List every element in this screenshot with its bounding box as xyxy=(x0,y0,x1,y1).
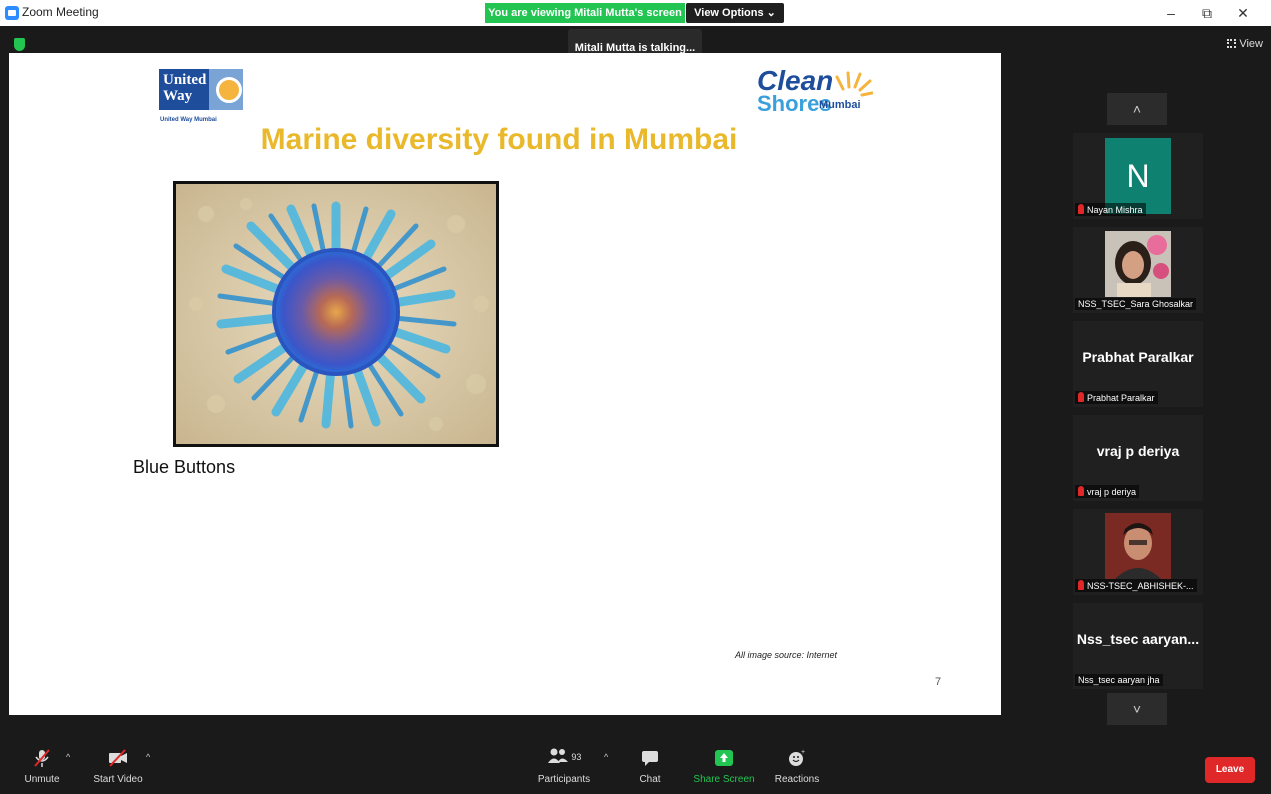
chat-icon xyxy=(642,751,658,766)
share-screen-icon xyxy=(715,750,733,766)
participants-caret[interactable]: ^ xyxy=(604,752,608,762)
chat-label: Chat xyxy=(639,774,661,785)
scroll-down-button[interactable]: ˅ xyxy=(1107,693,1167,725)
participant-tile[interactable]: NSS-TSEC_ABHISHEK-... xyxy=(1073,509,1203,595)
muted-mic-icon xyxy=(1078,580,1084,590)
people-icon xyxy=(547,748,568,763)
viewing-banner: You are viewing Mitali Mutta's screen xyxy=(485,3,685,23)
view-label: View xyxy=(1239,38,1263,50)
zoom-app-icon xyxy=(5,6,19,20)
video-options-caret[interactable]: ^ xyxy=(146,752,150,762)
participants-icon-group: 93 xyxy=(532,748,596,768)
view-options-button[interactable]: View Options ⌄ xyxy=(686,3,784,23)
start-video-label: Start Video xyxy=(93,774,143,785)
photo-caption: Blue Buttons xyxy=(133,457,236,477)
participant-display-name: Nss_tsec aaryan... xyxy=(1076,631,1200,647)
window-title: Zoom Meeting xyxy=(22,5,99,19)
title-bar: Zoom Meeting You are viewing Mitali Mutt… xyxy=(0,0,1271,26)
reactions-button[interactable]: + Reactions xyxy=(768,748,826,785)
participant-name: NSS_TSEC_Sara Ghosalkar xyxy=(1075,298,1197,310)
blue-button-image xyxy=(176,184,496,444)
united-way-logo: United Way xyxy=(159,69,243,113)
participant-display-name: Prabhat Paralkar xyxy=(1082,349,1194,365)
participant-tile[interactable]: N Nayan Mishra xyxy=(1073,133,1203,219)
unmute-button[interactable]: Unmute xyxy=(14,748,70,785)
participant-name: NSS-TSEC_ABHISHEK-... xyxy=(1075,579,1197,592)
clean-shores-mumbai: Mumbai xyxy=(819,99,861,111)
participant-name: vraj p deriya xyxy=(1075,485,1140,498)
participant-name-text: Nayan Mishra xyxy=(1087,205,1143,215)
muted-mic-icon xyxy=(1078,392,1084,402)
slide-page-number: 7 xyxy=(935,676,942,688)
participant-tile[interactable]: Prabhat Paralkar Prabhat Paralkar xyxy=(1073,321,1203,407)
share-screen-button[interactable]: Share Screen xyxy=(690,748,758,785)
participant-display-name: vraj p deriya xyxy=(1096,443,1180,459)
participant-photo xyxy=(1105,231,1171,297)
clean-shores-logo: Clean Shores Mumbai xyxy=(757,65,877,125)
start-video-button[interactable]: Start Video xyxy=(88,748,148,785)
participant-name-text: Nss_tsec aaryan jha xyxy=(1078,675,1160,685)
close-button[interactable]: ✕ xyxy=(1229,3,1257,23)
participant-name: Nss_tsec aaryan jha xyxy=(1075,674,1163,686)
participant-name: Prabhat Paralkar xyxy=(1075,391,1158,404)
participants-panel: ˄ N Nayan Mishra NSS_TSEC_Sara Ghosalkar… xyxy=(1073,93,1205,727)
zoom-window: Zoom Meeting You are viewing Mitali Mutt… xyxy=(0,0,1271,794)
view-layout-button[interactable]: View xyxy=(1227,38,1263,50)
muted-mic-icon xyxy=(34,749,50,767)
united-way-logo-text: United Way xyxy=(159,69,209,110)
muted-mic-icon xyxy=(1078,204,1084,214)
participant-tile[interactable]: NSS_TSEC_Sara Ghosalkar xyxy=(1073,227,1203,313)
minimize-button[interactable]: – xyxy=(1157,3,1185,23)
video-off-icon xyxy=(109,749,127,767)
reactions-label: Reactions xyxy=(774,774,820,785)
shared-screen-slide: United Way United Way Mumbai Clean Shore… xyxy=(9,53,1001,715)
participant-photo xyxy=(1105,513,1171,579)
unmute-label: Unmute xyxy=(24,774,60,785)
participant-name-text: NSS-TSEC_ABHISHEK-... xyxy=(1087,581,1194,591)
muted-mic-icon xyxy=(1078,486,1084,496)
blue-button-photo xyxy=(173,181,499,447)
participant-tile[interactable]: vraj p deriya vraj p deriya xyxy=(1073,415,1203,501)
participant-tile[interactable]: Nss_tsec aaryan... Nss_tsec aaryan jha xyxy=(1073,603,1203,689)
leave-button[interactable]: Leave xyxy=(1205,757,1255,783)
audio-options-caret[interactable]: ^ xyxy=(66,752,70,762)
security-shield-icon[interactable] xyxy=(14,38,25,51)
participant-name-text: Prabhat Paralkar xyxy=(1087,393,1155,403)
restore-button[interactable]: ⧉ xyxy=(1193,3,1221,23)
participant-name-text: NSS_TSEC_Sara Ghosalkar xyxy=(1078,299,1194,309)
participants-button[interactable]: 93 Participants xyxy=(532,748,596,785)
sun-rays-icon xyxy=(835,71,873,97)
slide-title: Marine diversity found in Mumbai xyxy=(260,123,738,156)
reactions-icon: + xyxy=(789,749,805,766)
chat-button[interactable]: Chat xyxy=(630,748,670,785)
united-way-hand-icon xyxy=(209,69,243,110)
participant-name-text: vraj p deriya xyxy=(1087,487,1137,497)
participant-count: 93 xyxy=(571,752,582,762)
share-screen-label: Share Screen xyxy=(693,774,755,785)
grid-icon xyxy=(1227,39,1237,48)
svg-text:+: + xyxy=(801,749,805,756)
image-source-note: All image source: Internet xyxy=(735,650,838,660)
participant-video xyxy=(1105,231,1171,297)
meeting-toolbar: Unmute ^ Start Video ^ 93 Participants ^… xyxy=(0,742,1271,794)
participant-name: Nayan Mishra xyxy=(1075,203,1146,216)
participants-label: Participants xyxy=(537,774,591,785)
participant-video xyxy=(1105,513,1171,579)
scroll-up-button[interactable]: ˄ xyxy=(1107,93,1167,125)
